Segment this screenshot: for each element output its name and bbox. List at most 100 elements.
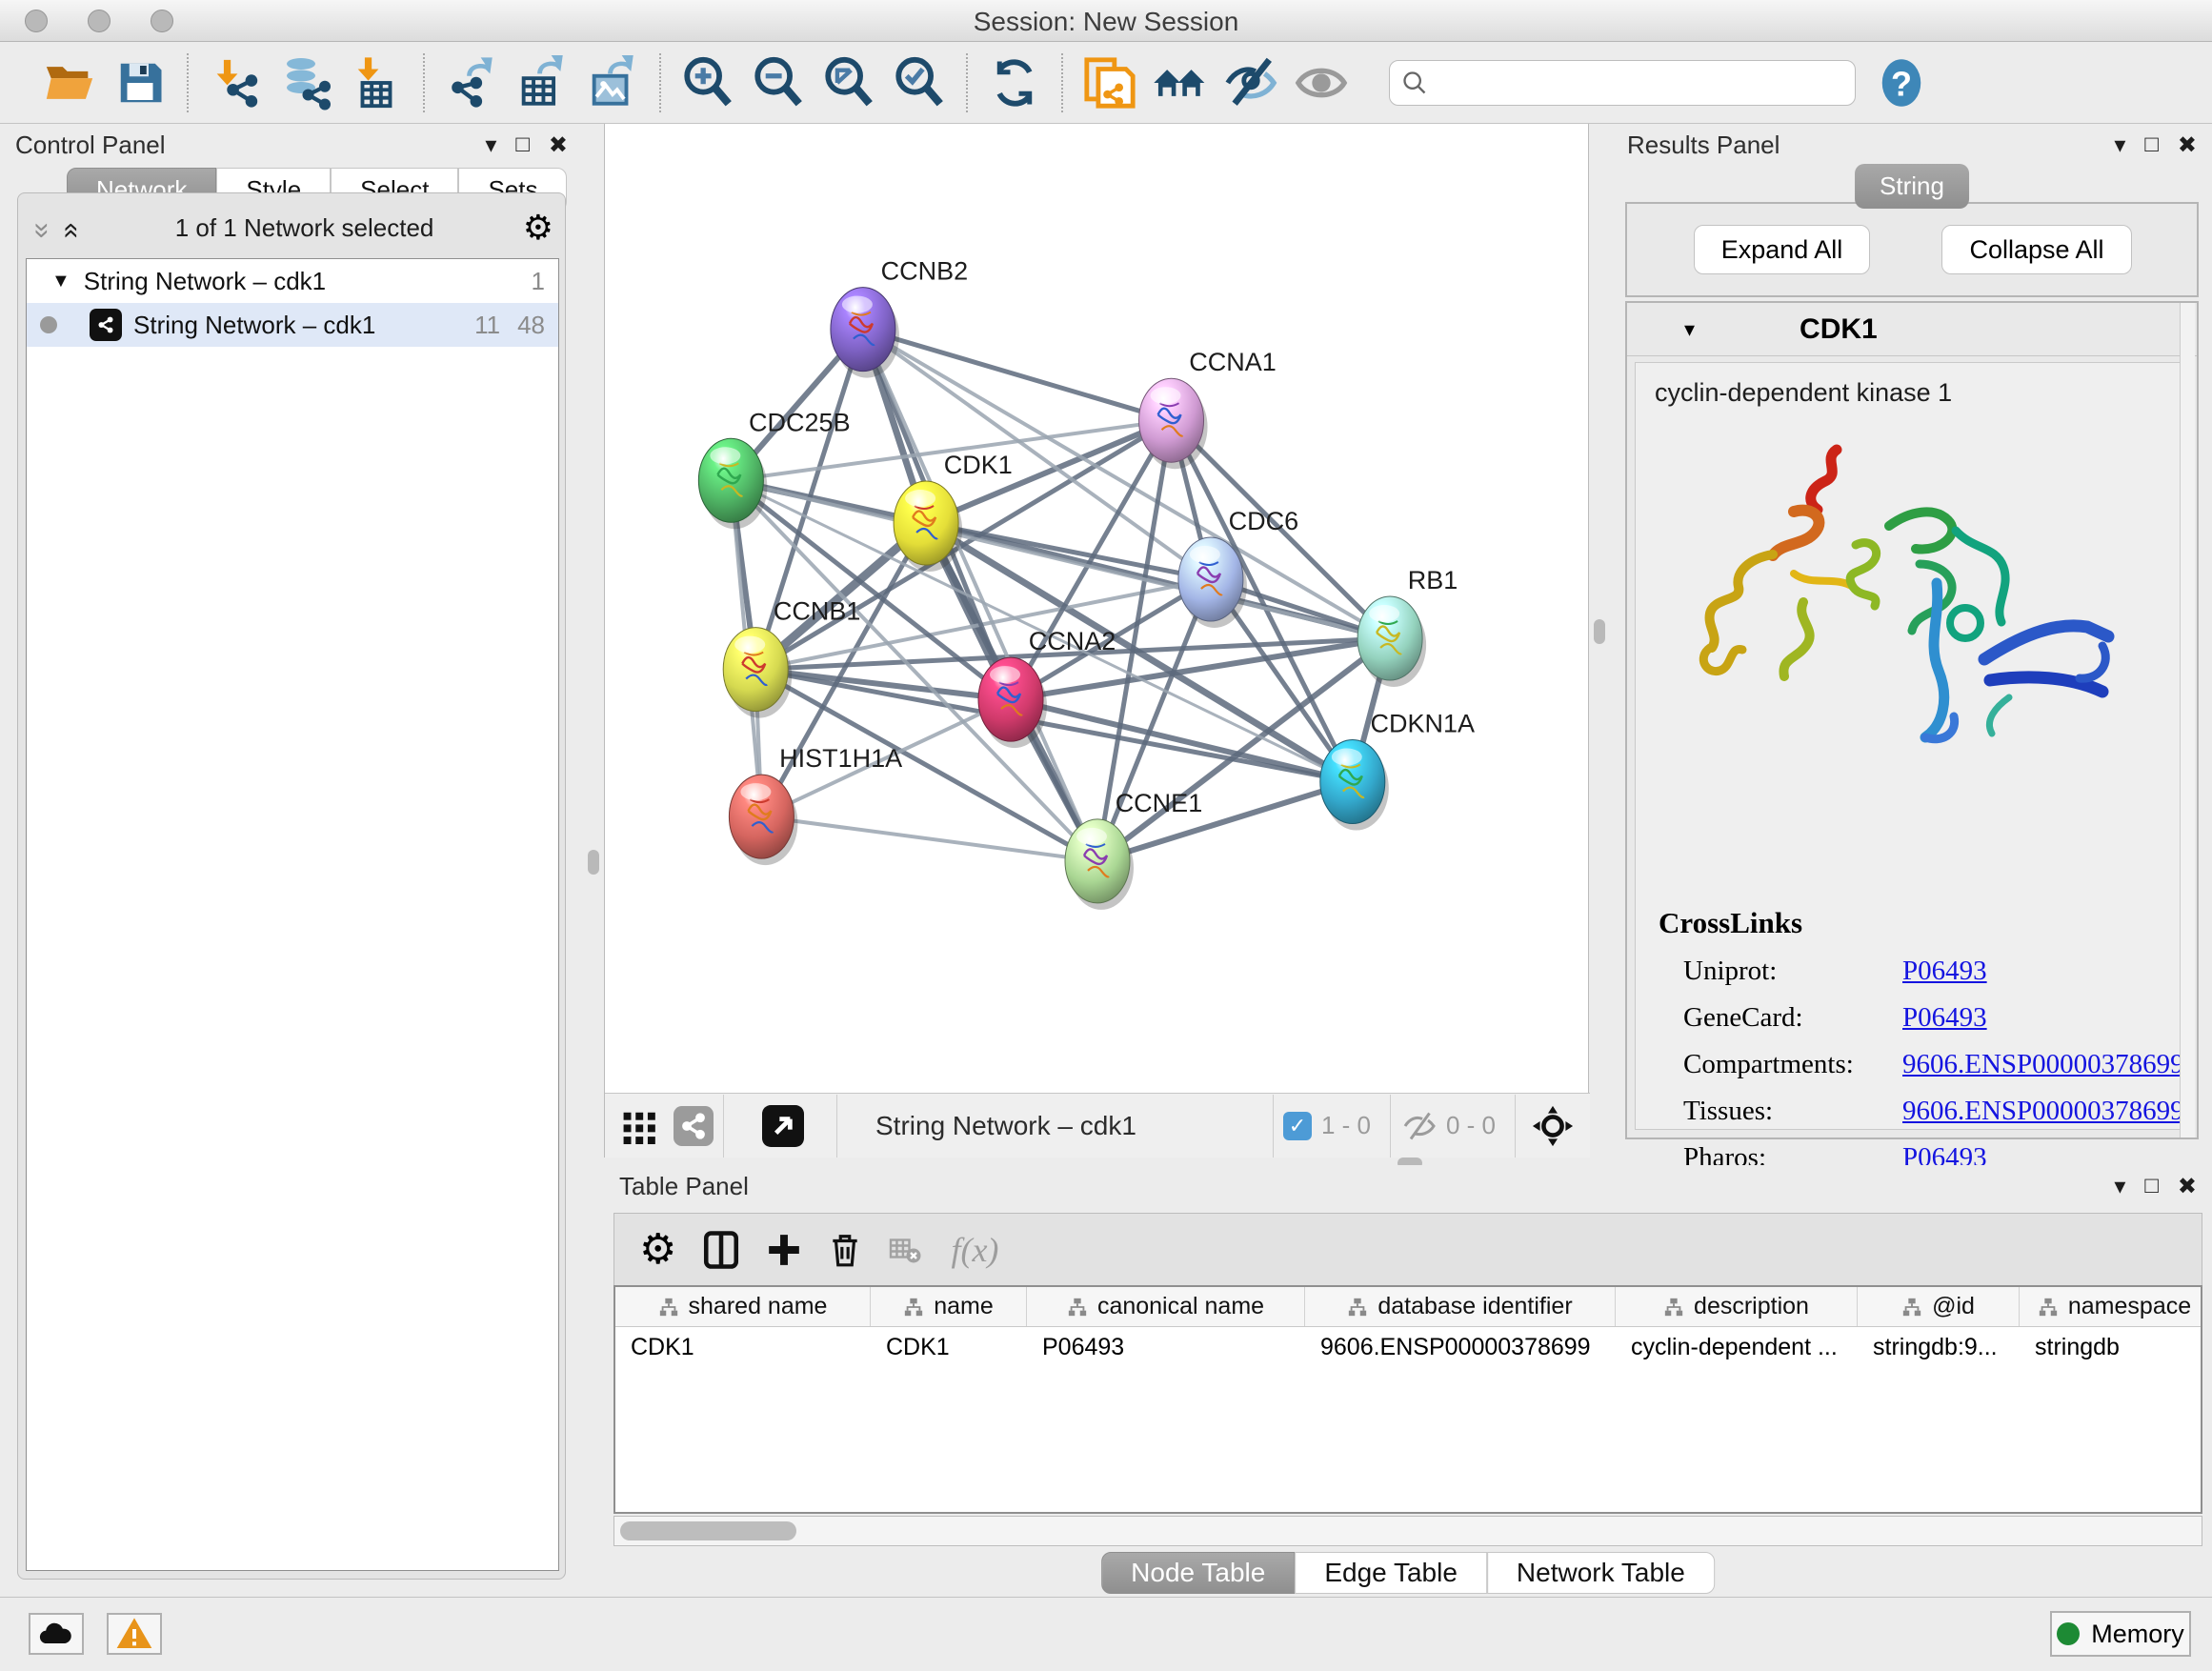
results-scrollbar[interactable] [2180,303,2195,1137]
crosslink-link[interactable]: 9606.ENSP00000378699 [1902,1049,2184,1080]
open-session-icon[interactable] [41,54,98,111]
right-splitter-handle[interactable] [1594,619,1605,644]
crosslink-label: Compartments: [1683,1049,1902,1080]
node-RB1[interactable]: RB1 [1357,566,1458,687]
results-panel-collapse-icon[interactable]: ▾ [2114,131,2125,159]
column-header-databaseidentifier[interactable]: database identifier [1305,1287,1616,1326]
export-image-icon[interactable] [584,54,641,111]
warning-button[interactable] [107,1613,162,1655]
network-row[interactable]: String Network – cdk1 11 48 [27,303,558,347]
import-table-icon[interactable] [348,54,405,111]
control-panel-close-icon[interactable]: ✖ [549,131,568,159]
table-hscrollbar-thumb[interactable] [620,1521,796,1540]
column-header-id[interactable]: @id [1858,1287,2020,1326]
import-network-database-icon[interactable] [277,54,334,111]
node-CCNB2[interactable]: CCNB2 [831,257,968,378]
table-hscrollbar[interactable] [613,1516,2202,1546]
gene-section-header[interactable]: ▾ CDK1 [1627,303,2197,356]
node-CDKN1A[interactable]: CDKN1A [1320,710,1475,831]
network-current-indicator [40,316,57,333]
delete-column-icon[interactable] [827,1232,863,1268]
show-all-icon[interactable] [1293,54,1350,111]
table-cell: CDK1 [871,1327,1027,1367]
table-row[interactable]: CDK1CDK1P064939606.ENSP00000378699cyclin… [615,1327,2201,1367]
tab-edge-table[interactable]: Edge Table [1295,1552,1487,1594]
protein-structure-image [1651,421,2165,802]
network-collection-row[interactable]: ▼ String Network – cdk1 1 [27,259,558,303]
create-column-icon[interactable] [766,1232,802,1268]
tab-node-table[interactable]: Node Table [1101,1552,1295,1594]
hidden-eye-icon [1402,1109,1437,1143]
network-canvas[interactable]: CCNB2 CCNA1 CDC25B CDK1 [605,124,1590,1093]
column-header-canonicalname[interactable]: canonical name [1027,1287,1305,1326]
table-panel-float-icon[interactable]: □ [2144,1173,2159,1199]
gene-expander-icon[interactable]: ▾ [1684,317,1695,342]
left-splitter-handle[interactable] [588,850,599,875]
column-attribute-icon [2038,1297,2059,1318]
node-table[interactable]: shared namenamecanonical namedatabase id… [613,1285,2202,1514]
column-header-name[interactable]: name [871,1287,1027,1326]
control-panel-float-icon[interactable]: □ [515,131,530,158]
node-label-CCNE1: CCNE1 [1116,789,1203,817]
crosslink-link[interactable]: P06493 [1902,956,1987,987]
save-session-icon[interactable] [111,54,169,111]
network-share-icon[interactable] [674,1106,714,1146]
crosslink-link[interactable]: 9606.ENSP00000378699 [1902,1096,2184,1127]
table-panel-close-icon[interactable]: ✖ [2178,1173,2197,1200]
search-input[interactable] [1428,69,1828,96]
table-panel-title: Table Panel [619,1172,749,1201]
table-panel-collapse-icon[interactable]: ▾ [2114,1173,2125,1200]
status-bar: Memory [0,1597,2212,1671]
control-panel: Control Panel ▾ □ ✖ Network Style Select… [0,124,583,1597]
node-label-CDK1: CDK1 [944,451,1013,479]
zoom-fit-icon[interactable] [820,54,877,111]
table-panel: Table Panel ▾ □ ✖ ⚙ f(x) shared namename… [604,1165,2212,1596]
column-attribute-icon [1347,1297,1368,1318]
crosslink-row: Tissues: 9606.ENSP00000378699 [1659,1096,2184,1127]
pan-crosshair-icon[interactable] [1531,1104,1575,1148]
table-cell: 9606.ENSP00000378699 [1305,1327,1616,1367]
edge-CCNB2-RB1 [863,330,1390,638]
results-panel-float-icon[interactable]: □ [2144,131,2159,158]
selected-checkbox-icon[interactable]: ✓ [1283,1112,1312,1140]
node-CCNA1[interactable]: CCNA1 [1139,348,1277,469]
export-table-icon[interactable] [513,54,571,111]
node-label-CCNA1: CCNA1 [1189,348,1277,376]
expand-all-networks-icon[interactable]: » [26,223,58,233]
crosslink-link[interactable]: P06493 [1902,1002,1987,1034]
table-options-gear-icon[interactable]: ⚙ [639,1225,676,1274]
svg-text:?: ? [1891,64,1912,103]
zoom-in-icon[interactable] [679,54,736,111]
help-icon[interactable]: ? [1873,54,1930,111]
collapse-all-networks-icon[interactable]: « [55,223,88,233]
control-panel-title: Control Panel [15,131,166,160]
import-network-icon[interactable] [207,54,264,111]
column-header-namespace[interactable]: namespace [2020,1287,2202,1326]
memory-button[interactable]: Memory [2050,1611,2191,1657]
zoom-selected-icon[interactable] [891,54,948,111]
tab-string[interactable]: String [1855,164,1969,209]
duplicate-network-icon[interactable] [1081,54,1138,111]
column-header-description[interactable]: description [1616,1287,1858,1326]
results-panel-close-icon[interactable]: ✖ [2178,131,2197,159]
collapse-all-button[interactable]: Collapse All [1941,225,2132,274]
export-network-icon[interactable] [443,54,500,111]
crosslinks-section: CrossLinks Uniprot: P06493GeneCard: P064… [1659,906,2184,1174]
search-box[interactable] [1389,60,1856,106]
expand-all-button[interactable]: Expand All [1694,225,1870,274]
show-columns-icon[interactable] [701,1230,741,1270]
grid-view-icon[interactable] [622,1108,658,1144]
hide-selected-icon[interactable] [1222,54,1279,111]
column-header-sharedname[interactable]: shared name [615,1287,871,1326]
home-icon[interactable] [1152,54,1209,111]
table-cell: stringdb [2020,1327,2202,1367]
apply-layout-icon[interactable] [986,54,1043,111]
zoom-out-icon[interactable] [750,54,807,111]
birds-eye-view-icon[interactable] [762,1105,804,1147]
network-view-toolbar: String Network – cdk1 ✓ 1 - 0 0 - 0 [605,1093,1590,1158]
cloud-status-button[interactable] [29,1613,84,1655]
tab-network-table[interactable]: Network Table [1487,1552,1715,1594]
network-options-gear-icon[interactable]: ⚙ [523,208,553,248]
control-panel-collapse-icon[interactable]: ▾ [485,131,496,159]
table-cell: CDK1 [615,1327,871,1367]
